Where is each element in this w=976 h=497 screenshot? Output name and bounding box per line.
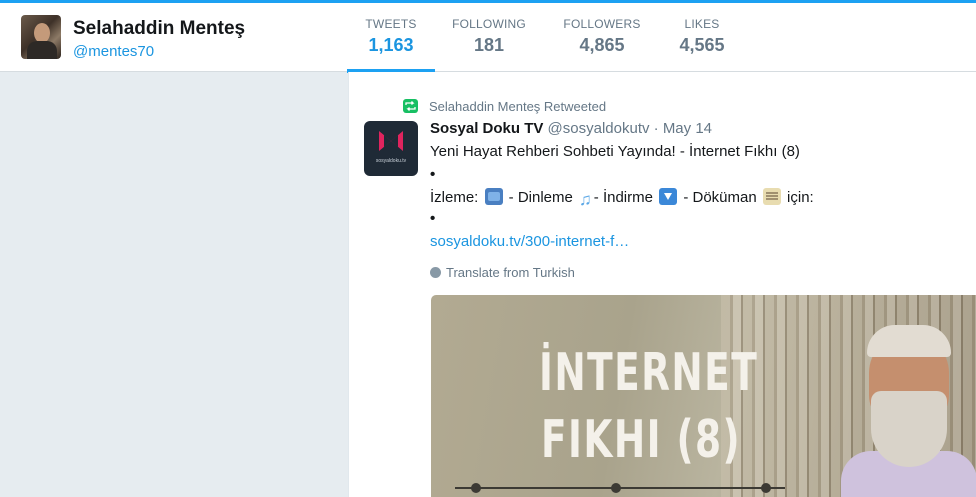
tweet-text-part: - İndirme (593, 189, 658, 206)
stat-followers-label: FOLLOWERS (563, 17, 641, 31)
down-arrow-icon (659, 188, 678, 205)
tweet-link[interactable]: sosyaldoku.tv/300-internet-f… (430, 233, 629, 250)
tweet-author-avatar[interactable]: sosyaldoku.tv (364, 121, 418, 176)
speaker-beard (871, 391, 947, 467)
retweet-context-text[interactable]: Selahaddin Menteş Retweeted (429, 99, 606, 114)
stat-tweets[interactable]: TWEETS 1,163 (347, 3, 435, 73)
stat-followers[interactable]: FOLLOWERS 4,865 (553, 3, 651, 72)
speaker-photo (841, 313, 976, 497)
stat-following-value: 181 (473, 35, 505, 55)
translate-text: Translate from Turkish (446, 265, 575, 280)
stat-likes-value: 4,565 (679, 35, 725, 55)
decorative-dot (471, 483, 481, 493)
avatar-caption: sosyaldoku.tv (375, 158, 407, 164)
tweet-bullet: • (430, 210, 436, 227)
tweet-bullet: • (430, 166, 436, 183)
stat-following[interactable]: FOLLOWING 181 (443, 3, 535, 72)
memo-icon (762, 188, 781, 205)
tv-icon (484, 188, 503, 205)
avatar-body (27, 41, 57, 59)
tweet-media-image[interactable]: İNTERNET FIKHI (8) (431, 295, 976, 497)
globe-icon (430, 267, 441, 278)
translate-link[interactable]: Translate from Turkish (430, 265, 575, 280)
tweet-text-part: için: (782, 189, 814, 206)
tweet-text-part: - Döküman (679, 189, 761, 206)
profile-handle[interactable]: @mentes70 (73, 43, 154, 60)
tweet-text-part: - Dinleme (504, 189, 578, 206)
tweet-header: Sosyal Doku TV @sosyaldokutv · May 14 (430, 120, 712, 137)
stat-likes-label: LIKES (684, 17, 720, 31)
tweet-stream: Selahaddin Menteş Retweeted sosyaldoku.t… (348, 72, 976, 497)
profile-name[interactable]: Selahaddin Menteş (73, 18, 245, 40)
stat-followers-value: 4,865 (579, 35, 625, 55)
media-title-line1: İNTERNET (539, 343, 759, 403)
tweet-text-line2: İzleme: - Dinleme ♫ - İndirme - Döküman i… (430, 188, 814, 208)
musical-notes-icon: ♫ (579, 190, 592, 209)
avatar-face (34, 23, 50, 43)
profile-avatar[interactable] (21, 15, 61, 59)
decorative-dot (761, 483, 771, 493)
tweet-text-line1: Yeni Hayat Rehberi Sohbeti Yayında! - İn… (430, 143, 800, 160)
tweet-author-name[interactable]: Sosyal Doku TV (430, 120, 543, 137)
speaker-hair (867, 325, 951, 357)
profile-header: Selahaddin Menteş @mentes70 TWEETS 1,163… (0, 3, 976, 73)
decorative-dot (611, 483, 621, 493)
media-title-line2: FIKHI (8) (541, 410, 742, 470)
stat-likes[interactable]: LIKES 4,565 (665, 3, 739, 72)
tweet-author-meta[interactable]: @sosyaldokutv · May 14 (548, 120, 712, 137)
stat-following-label: FOLLOWING (452, 17, 526, 31)
tweet-text-part: İzleme: (430, 189, 483, 206)
sosyaldoku-logo-icon (379, 131, 403, 151)
stat-tweets-label: TWEETS (365, 17, 417, 31)
stat-tweets-value: 1,163 (368, 35, 414, 55)
retweet-icon (403, 99, 418, 113)
